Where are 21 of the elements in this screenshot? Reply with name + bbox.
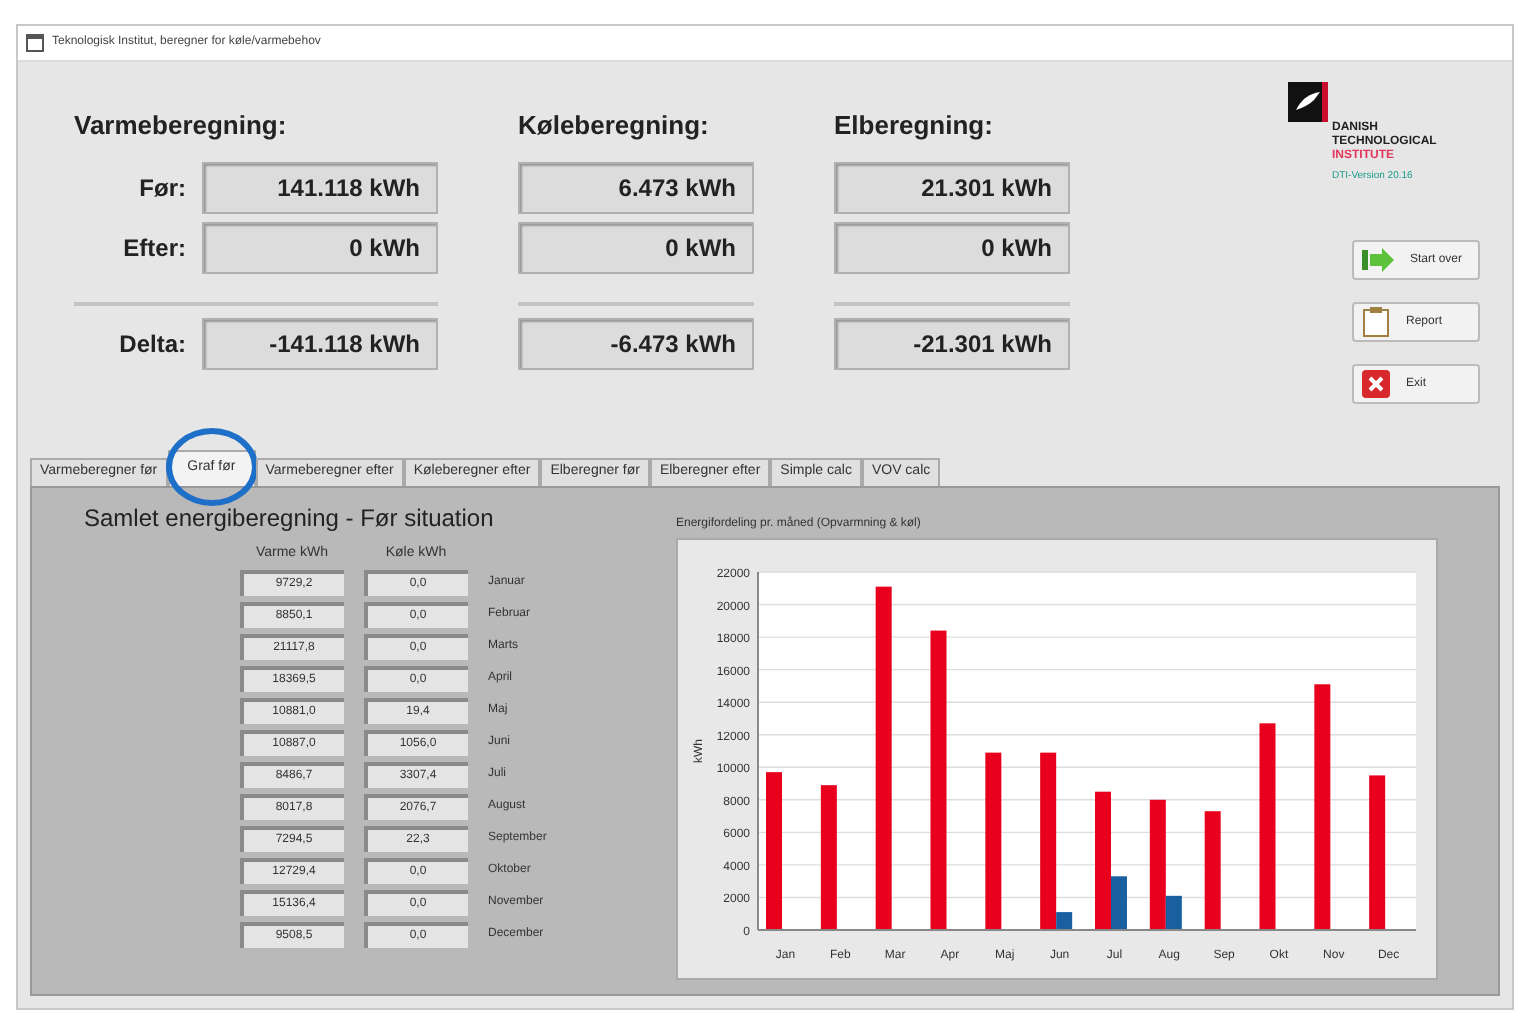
- value-field: 21.301 kWh: [834, 162, 1070, 214]
- row-label: Delta:: [117, 328, 186, 362]
- arrow-icon: [1362, 248, 1394, 272]
- window-icon: [26, 34, 44, 52]
- value-field: 0 kWh: [518, 222, 754, 274]
- section-heading: Elberegning:: [834, 108, 995, 144]
- clipboard-icon: [1362, 306, 1390, 338]
- value-field: -21.301 kWh: [834, 318, 1070, 370]
- panel-title: Samlet energiberegning - Før situation: [84, 502, 496, 536]
- value-field: 141.118 kWh: [202, 162, 438, 214]
- value-field: 6.473 kWh: [518, 162, 754, 214]
- close-icon: [1362, 370, 1390, 398]
- value-field: -6.473 kWh: [518, 318, 754, 370]
- value-field: -141.118 kWh: [202, 318, 438, 370]
- row-label: Efter:: [121, 232, 186, 266]
- logo-icon: [1288, 82, 1328, 122]
- value-field: 0 kWh: [202, 222, 438, 274]
- value-field: 0 kWh: [834, 222, 1070, 274]
- section-heading: Køleberegning:: [518, 108, 711, 144]
- section-heading: Varmeberegning:: [74, 108, 289, 144]
- row-label: Før:: [137, 172, 186, 206]
